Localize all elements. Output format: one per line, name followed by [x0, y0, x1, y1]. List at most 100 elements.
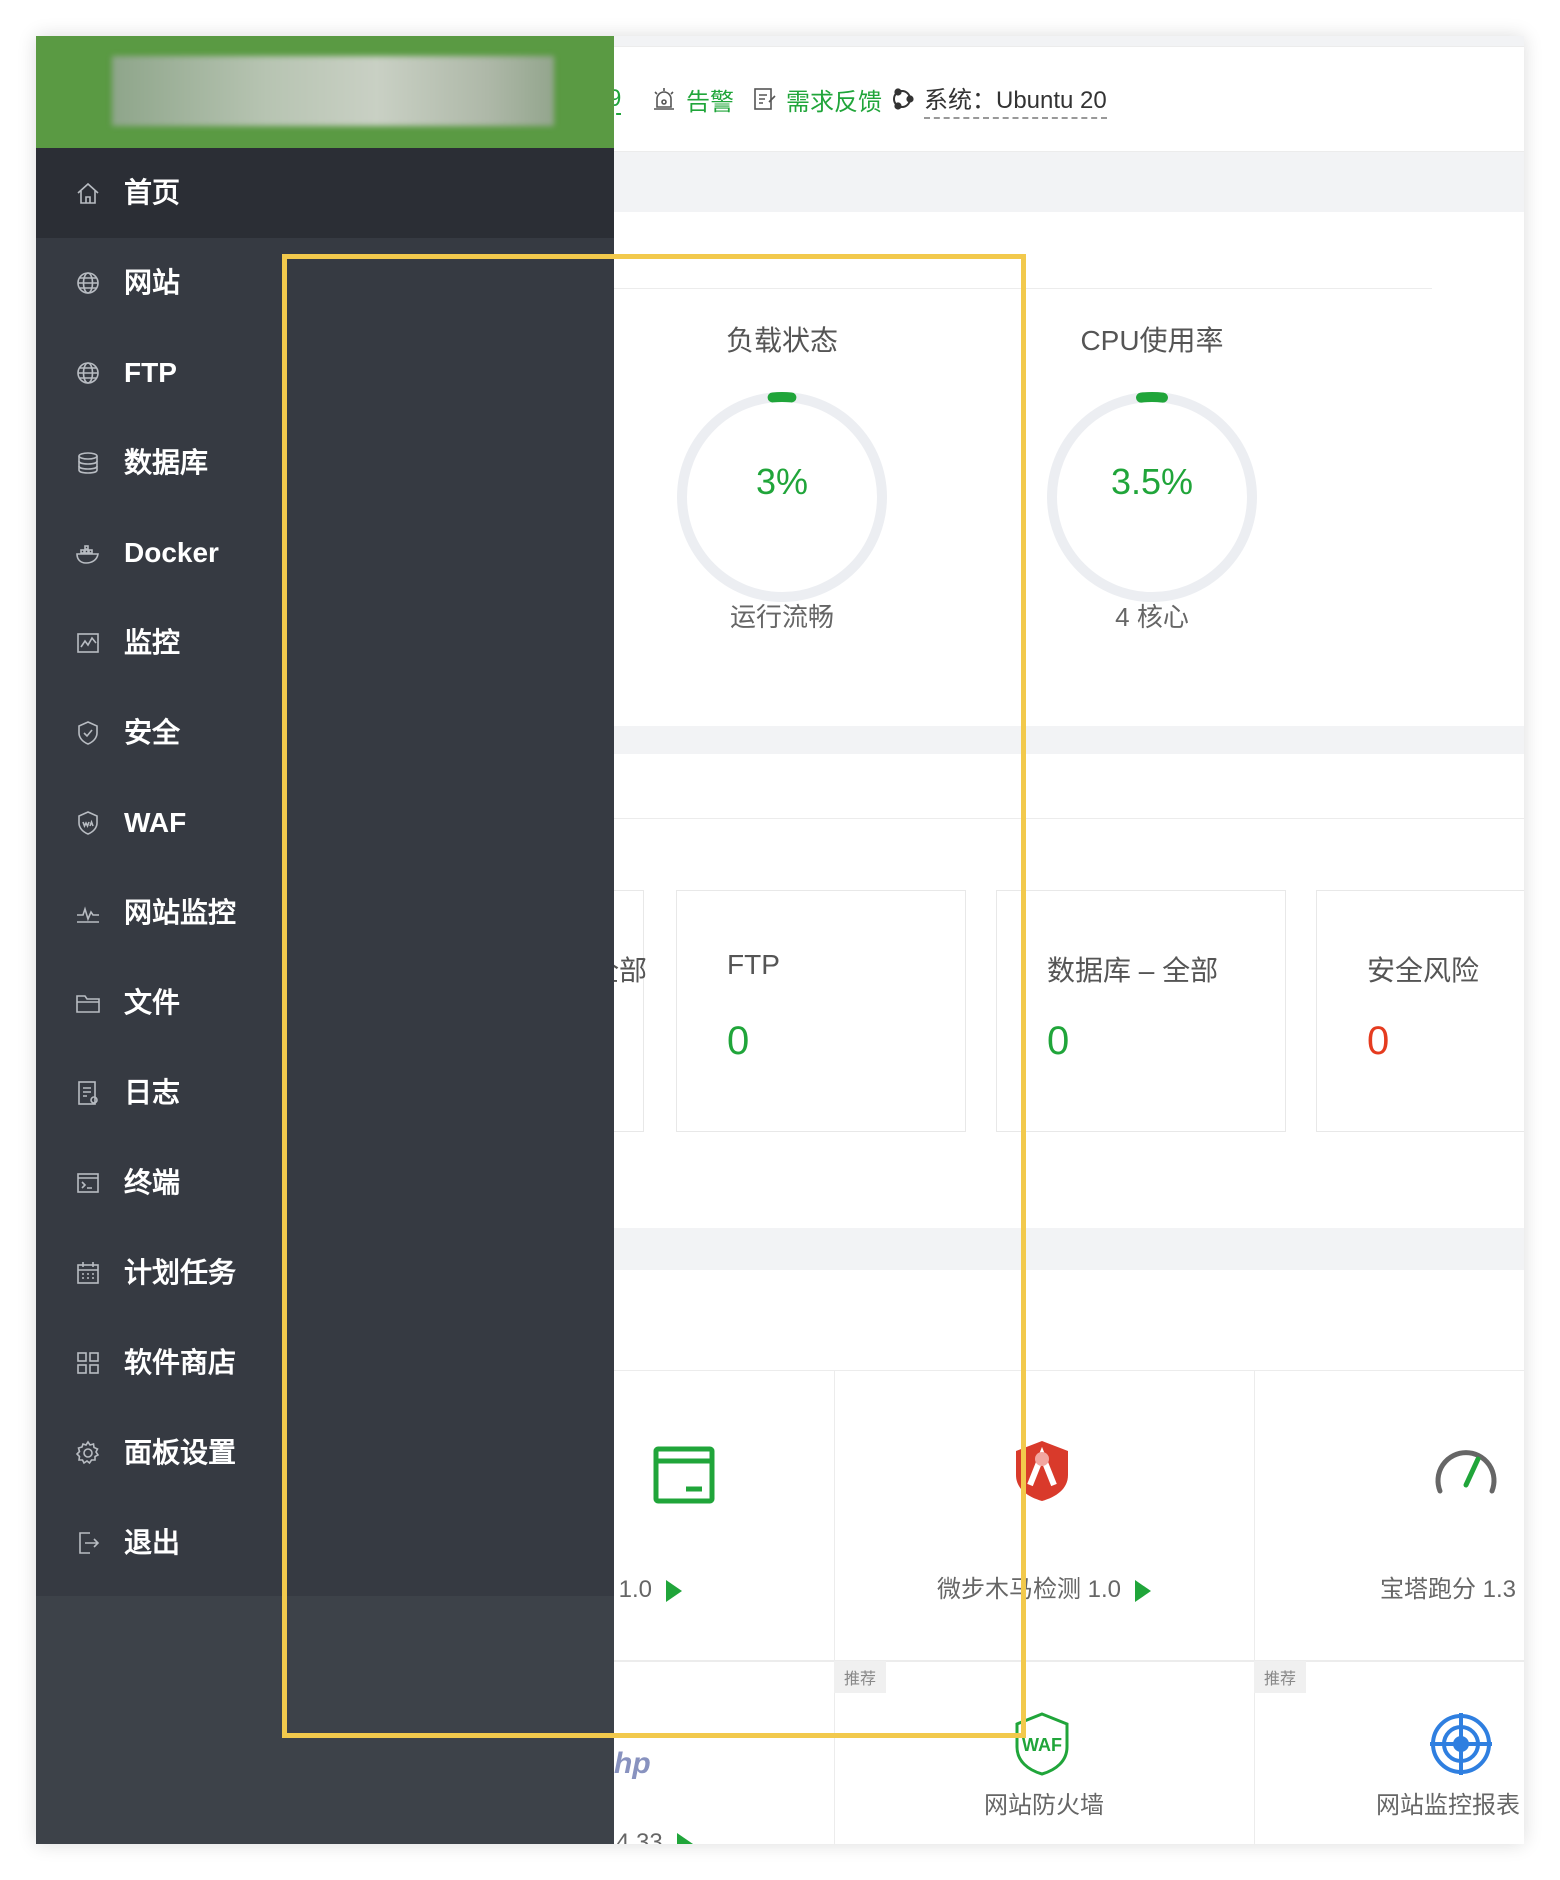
- sidebar-item-12[interactable]: 计划任务: [36, 1228, 614, 1318]
- sidebar-item-3[interactable]: 数据库: [36, 418, 614, 508]
- home-icon: [74, 179, 102, 207]
- sidebar-item-0[interactable]: 首页: [36, 148, 614, 238]
- sidebar-item-label: 安全: [124, 717, 181, 748]
- sidebar-item-label: 首页: [124, 177, 181, 208]
- software-waf[interactable]: 推荐 WAF 网站防火墙: [834, 1660, 1255, 1844]
- sidebar-item-label: 网站监控: [124, 897, 237, 928]
- sidebar: 首页网站 FTP 数据库 Docker 监控安全 WAF 网站监控文件日志终端计划任务软件商…: [36, 36, 614, 1844]
- sidebar-item-7[interactable]: WAF: [36, 778, 614, 868]
- software-name: 4.33: [616, 1829, 663, 1844]
- cpu-usage-card[interactable]: CPU使用率 3.5% 4 核心: [872, 288, 1432, 721]
- software-name: 微步木马检测 1.0: [936, 1576, 1122, 1603]
- app-window: 9 告警 需求反馈 系统：Ubuntu 20 负载状态 3% 运行流畅 CPU使…: [36, 36, 1524, 1844]
- terminal-icon: [653, 1446, 715, 1504]
- shield-check-icon: [74, 719, 102, 747]
- cpu-gauge-arc: [1136, 392, 1168, 403]
- feedback-link[interactable]: 需求反馈: [750, 47, 882, 151]
- terminal-window-icon: [74, 1169, 102, 1197]
- sidebar-item-label: 监控: [124, 627, 181, 658]
- globe-icon: [74, 269, 102, 297]
- main-content: 9 告警 需求反馈 系统：Ubuntu 20 负载状态 3% 运行流畅 CPU使…: [614, 36, 1524, 1844]
- state-panel: 负载状态 3% 运行流畅 CPU使用率 3.5% 4 核心: [614, 212, 1524, 726]
- sidebar-item-10[interactable]: 日志: [36, 1048, 614, 1138]
- software-name: 宝塔跑分 1.3: [1380, 1576, 1517, 1603]
- sidebar-item-label: 网站: [124, 267, 181, 298]
- sidebar-item-4[interactable]: Docker: [36, 508, 614, 598]
- blurred-logo: [112, 56, 554, 126]
- sidebar-item-label: Docker: [124, 537, 219, 568]
- overview-value: 0: [727, 1019, 750, 1063]
- software-name: 终端 1.0: [614, 1576, 653, 1603]
- overview-value: 0: [1367, 1019, 1390, 1063]
- overview-card-database[interactable]: 数据库 – 全部 0: [996, 890, 1286, 1132]
- play-icon[interactable]: [1135, 1579, 1152, 1602]
- calendar-icon: [74, 1259, 102, 1287]
- log-icon: [74, 1079, 102, 1107]
- state-title: CPU使用率: [1080, 325, 1224, 356]
- cpu-value: 3.5%: [1110, 461, 1194, 502]
- database-icon: [74, 449, 102, 477]
- system-info[interactable]: 系统：Ubuntu 20: [888, 47, 1107, 151]
- pulse-icon: [74, 899, 102, 927]
- play-icon[interactable]: [666, 1579, 683, 1602]
- waf-shield-icon: WAF: [1015, 1712, 1069, 1776]
- logout-icon: [74, 1529, 102, 1557]
- speedometer-icon: [1435, 1450, 1497, 1494]
- recommend-tag: 推荐: [834, 1661, 887, 1693]
- folder-icon: [74, 989, 102, 1017]
- software-terminal[interactable]: 终端 1.0: [614, 1370, 835, 1662]
- shield-trojan-icon: [1016, 1441, 1068, 1501]
- edit-note-icon: [754, 88, 776, 110]
- sidebar-item-label: WAF: [124, 807, 187, 838]
- overview-card-security[interactable]: 安全风险 0: [1316, 890, 1524, 1132]
- sidebar-item-11[interactable]: 终端: [36, 1138, 614, 1228]
- play-icon[interactable]: [676, 1832, 693, 1844]
- sidebar-item-9[interactable]: 文件: [36, 958, 614, 1048]
- sidebar-item-5[interactable]: 监控: [36, 598, 614, 688]
- sidebar-item-6[interactable]: 安全: [36, 688, 614, 778]
- overview-title: 安全风险: [1367, 955, 1480, 986]
- sidebar-item-2[interactable]: FTP: [36, 328, 614, 418]
- sidebar-item-label: 面板设置: [124, 1437, 237, 1468]
- sidebar-item-15[interactable]: 退出: [36, 1498, 614, 1588]
- recommend-tag: 推荐: [1254, 1661, 1307, 1693]
- sidebar-item-label: 终端: [124, 1167, 181, 1198]
- sidebar-item-14[interactable]: 面板设置: [36, 1408, 614, 1498]
- sidebar-item-1[interactable]: 网站: [36, 238, 614, 328]
- sidebar-item-label: 软件商店: [124, 1347, 237, 1378]
- php-icon: hp: [614, 1747, 651, 1780]
- version-link[interactable]: 9: [614, 85, 622, 115]
- sidebar-item-label: 日志: [124, 1077, 181, 1108]
- sidebar-item-label: 退出: [124, 1527, 181, 1558]
- software-php[interactable]: hp 4.33: [614, 1660, 835, 1844]
- overview-title: 数据库 – 全部: [1047, 955, 1219, 986]
- svg-text:WAF: WAF: [1022, 1735, 1062, 1755]
- overview-title: FTP: [727, 949, 780, 980]
- monitor-chart-icon: [74, 629, 102, 657]
- sidebar-menu: 首页网站 FTP 数据库 Docker 监控安全 WAF 网站监控文件日志终端计划任务软件商…: [36, 148, 614, 1596]
- sidebar-item-8[interactable]: 网站监控: [36, 868, 614, 958]
- apps-grid-icon: [74, 1349, 102, 1377]
- software-site-report[interactable]: 推荐 网站监控报表: [1254, 1660, 1524, 1844]
- alarm-icon: [654, 88, 674, 110]
- overview-value: 0: [1047, 1019, 1070, 1063]
- docker-icon: [74, 539, 102, 567]
- overview-panel: 全部 FTP 0 数据库 – 全部 0 安全风险 0: [614, 754, 1524, 1228]
- software-name: 网站监控报表: [1376, 1792, 1520, 1819]
- sidebar-item-label: 计划任务: [124, 1257, 237, 1288]
- sidebar-item-label: 数据库: [124, 447, 209, 478]
- logo-area[interactable]: [36, 36, 614, 148]
- top-toolbar: 9 告警 需求反馈 系统：Ubuntu 20: [614, 46, 1524, 152]
- overview-card-ftp[interactable]: FTP 0: [676, 890, 966, 1132]
- sidebar-item-label: FTP: [124, 357, 177, 388]
- sidebar-item-13[interactable]: 软件商店: [36, 1318, 614, 1408]
- software-name: 网站防火墙: [984, 1792, 1104, 1819]
- gear-icon: [74, 1439, 102, 1467]
- overview-card-website[interactable]: 全部: [614, 890, 647, 1132]
- sidebar-item-label: 文件: [124, 987, 181, 1018]
- software-trojan-detect[interactable]: 微步木马检测 1.0: [834, 1370, 1255, 1662]
- software-benchmark[interactable]: 宝塔跑分 1.3: [1254, 1370, 1524, 1662]
- waf-icon: [74, 809, 102, 837]
- cpu-cores: 4 核心: [1115, 602, 1189, 632]
- alarm-link[interactable]: 告警: [650, 47, 734, 151]
